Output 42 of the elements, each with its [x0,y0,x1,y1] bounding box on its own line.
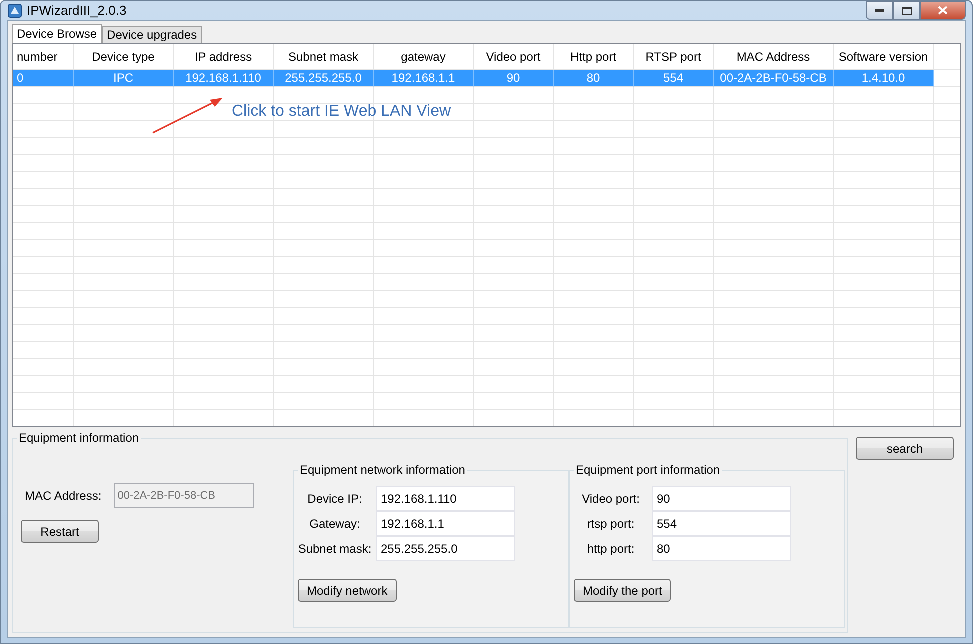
input-field[interactable]: 192.168.1.1 [376,511,515,536]
tab[interactable]: Device Browse [12,24,102,43]
close-button[interactable] [920,1,966,20]
restart-button[interactable]: Restart [21,520,99,543]
table-cell: 255.255.255.0 [274,70,374,87]
field-label: rtsp port: [586,516,636,532]
field-label: Subnet mask: [297,540,373,558]
annotation-text: Click to start IE Web LAN View [232,103,452,121]
group-title: Equipment information [18,431,140,445]
arrow-icon [151,96,225,136]
table-cell: 80 [554,70,634,87]
group-title: Equipment port information [575,463,722,477]
minimize-icon [875,9,884,12]
input-field[interactable]: 554 [652,511,791,536]
window-title: IPWizardIII_2.0.3 [27,3,127,18]
input-field[interactable]: 80 [652,536,791,561]
field-label: Video port: [581,490,641,508]
maximize-button[interactable] [893,1,920,20]
field-label: Gateway: [308,516,362,532]
field-label: http port: [586,540,636,558]
table-cell: 192.168.1.110 [174,70,274,87]
app-icon [8,4,22,18]
modify-network-button[interactable]: Modify network [298,579,397,602]
table-cell: 00-2A-2B-F0-58-CB [714,70,834,87]
maximize-icon [902,6,912,14]
table-cell: 0 [13,70,74,87]
input-field[interactable]: 255.255.255.0 [376,536,515,561]
tab[interactable]: Device upgrades [102,26,202,43]
field-label: Device IP: [306,490,364,508]
table-cell: 90 [474,70,554,87]
table-cell: 192.168.1.1 [374,70,474,87]
modify-port-button[interactable]: Modify the port [574,579,672,602]
minimize-button[interactable] [866,1,893,20]
close-icon [938,6,948,15]
input-field[interactable]: 192.168.1.110 [376,486,515,511]
group-title: Equipment network information [299,463,466,477]
field-label: MAC Address: [25,488,102,502]
table-cell: 554 [634,70,714,87]
search-button[interactable]: search [856,437,954,460]
input-field[interactable]: 90 [652,486,791,511]
table-cell: 1.4.10.0 [834,70,934,87]
table-cell: IPC [74,70,174,87]
